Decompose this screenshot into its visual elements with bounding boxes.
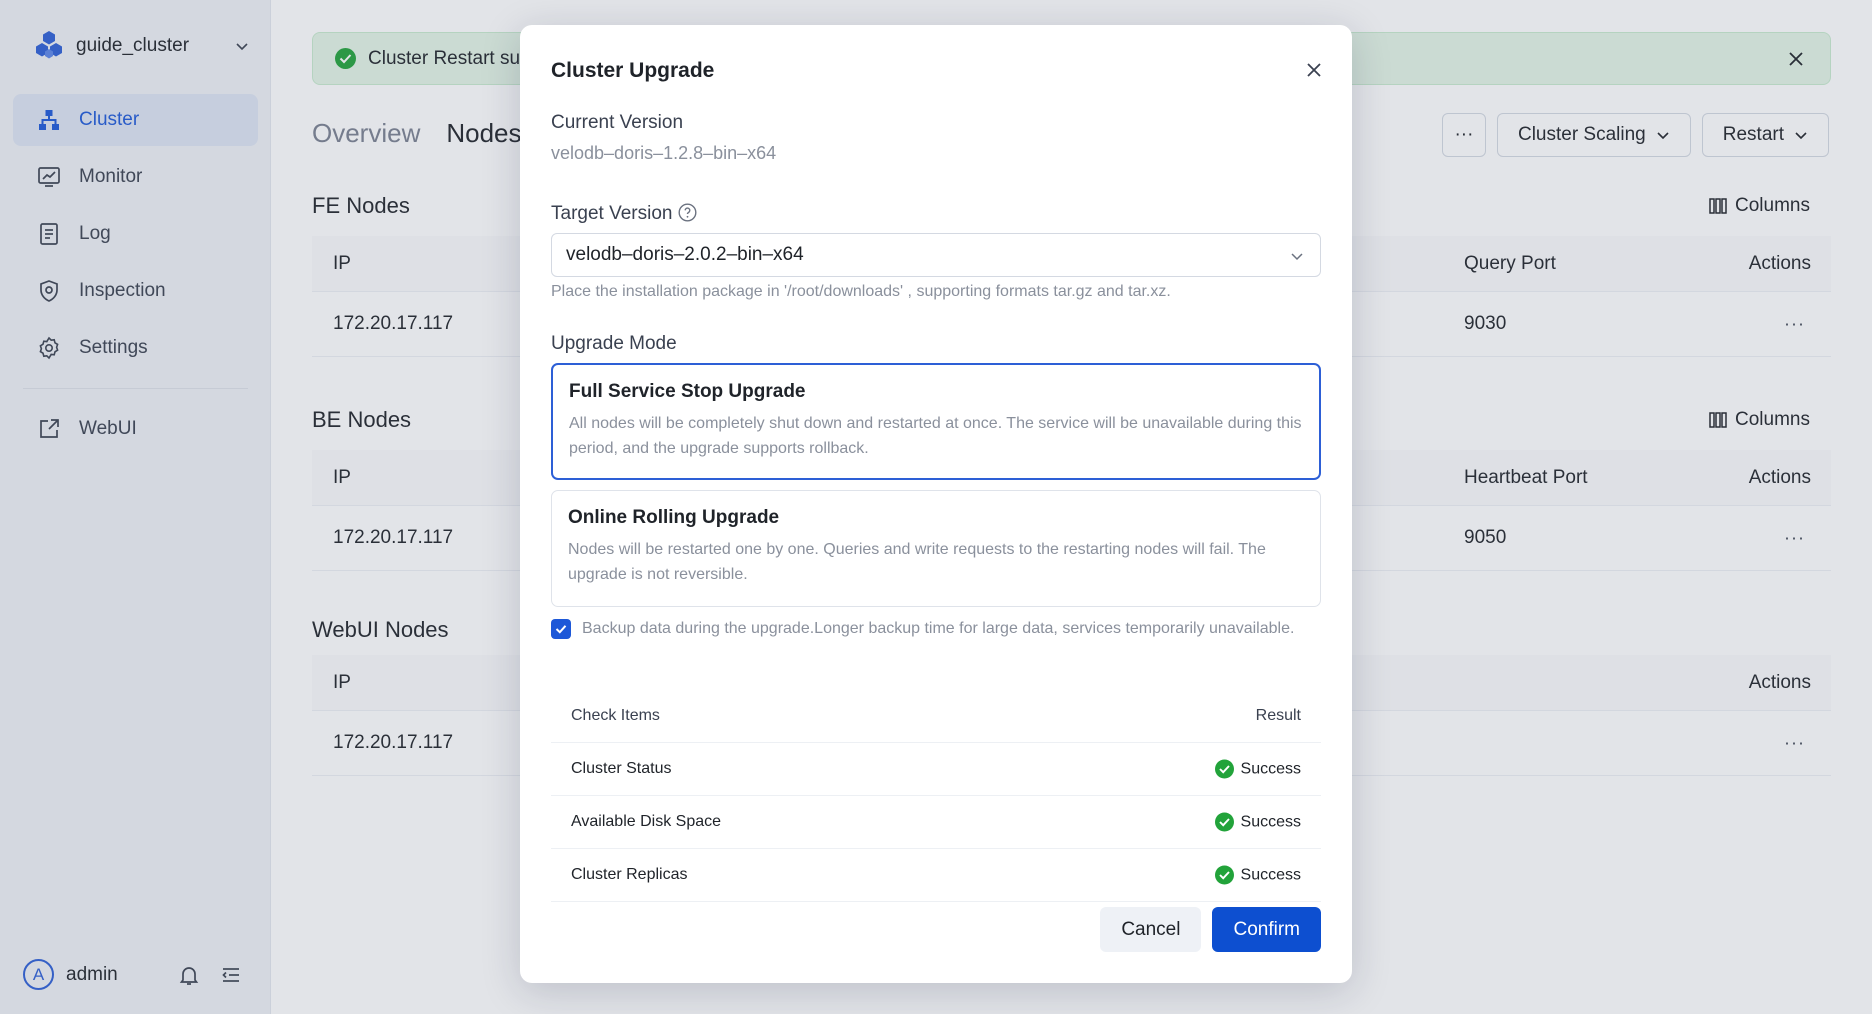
current-version-label: Current Version — [551, 112, 684, 133]
close-icon[interactable] — [1304, 60, 1324, 80]
column-header-check-items: Check Items — [571, 707, 660, 724]
check-result: Success — [1214, 812, 1301, 832]
confirm-button[interactable]: Confirm — [1212, 907, 1321, 952]
check-circle-icon — [1214, 812, 1234, 832]
checkmark-icon — [555, 625, 567, 634]
mode-description: All nodes will be completely shut down a… — [569, 415, 1302, 457]
mode-title: Full Service Stop Upgrade — [569, 381, 806, 402]
target-version-value: velodb–doris–2.0.2–bin–x64 — [566, 244, 804, 265]
check-result-text: Success — [1240, 813, 1301, 830]
column-header-result: Result — [1255, 707, 1301, 724]
dialog-footer: Cancel Confirm — [1100, 907, 1321, 952]
table-header: Check Items Result — [551, 690, 1321, 743]
check-result-text: Success — [1240, 866, 1301, 883]
check-circle-icon — [1214, 759, 1234, 779]
target-version-label-text: Target Version — [551, 203, 673, 224]
cancel-button[interactable]: Cancel — [1100, 907, 1202, 952]
check-circle-icon — [1214, 865, 1234, 885]
chevron-down-icon — [1291, 253, 1303, 261]
mode-online-rolling[interactable]: Online Rolling Upgrade Nodes will be res… — [551, 490, 1321, 607]
mode-full-service-stop[interactable]: Full Service Stop Upgrade All nodes will… — [551, 363, 1321, 480]
check-item-name: Available Disk Space — [571, 813, 722, 830]
table-row: Cluster Status Success — [551, 743, 1321, 796]
dialog-title: Cluster Upgrade — [551, 59, 715, 82]
check-result: Success — [1214, 759, 1301, 779]
backup-option: Backup data during the upgrade.Longer ba… — [551, 617, 1321, 641]
table-row: Cluster Replicas Success — [551, 849, 1321, 902]
help-icon[interactable] — [678, 203, 697, 222]
target-version-hint: Place the installation package in '/root… — [551, 283, 1171, 300]
check-item-name: Cluster Status — [571, 760, 672, 777]
check-result-text: Success — [1240, 760, 1301, 777]
cluster-upgrade-dialog: Cluster Upgrade Current Version velodb–d… — [520, 25, 1352, 983]
current-version-value: velodb–doris–1.2.8–bin–x64 — [551, 143, 777, 163]
target-version-select[interactable]: velodb–doris–2.0.2–bin–x64 — [551, 233, 1321, 277]
backup-label: Backup data during the upgrade.Longer ba… — [582, 620, 1295, 637]
mode-description: Nodes will be restarted one by one. Quer… — [568, 541, 1266, 583]
backup-checkbox[interactable] — [551, 619, 571, 639]
check-item-name: Cluster Replicas — [571, 866, 688, 883]
table-row: Available Disk Space Success — [551, 796, 1321, 849]
upgrade-mode-label: Upgrade Mode — [551, 333, 677, 354]
target-version-label: Target Version — [551, 203, 697, 225]
check-items-table: Check Items Result Cluster Status Succes… — [551, 690, 1321, 902]
check-result: Success — [1214, 865, 1301, 885]
mode-title: Online Rolling Upgrade — [568, 507, 780, 528]
